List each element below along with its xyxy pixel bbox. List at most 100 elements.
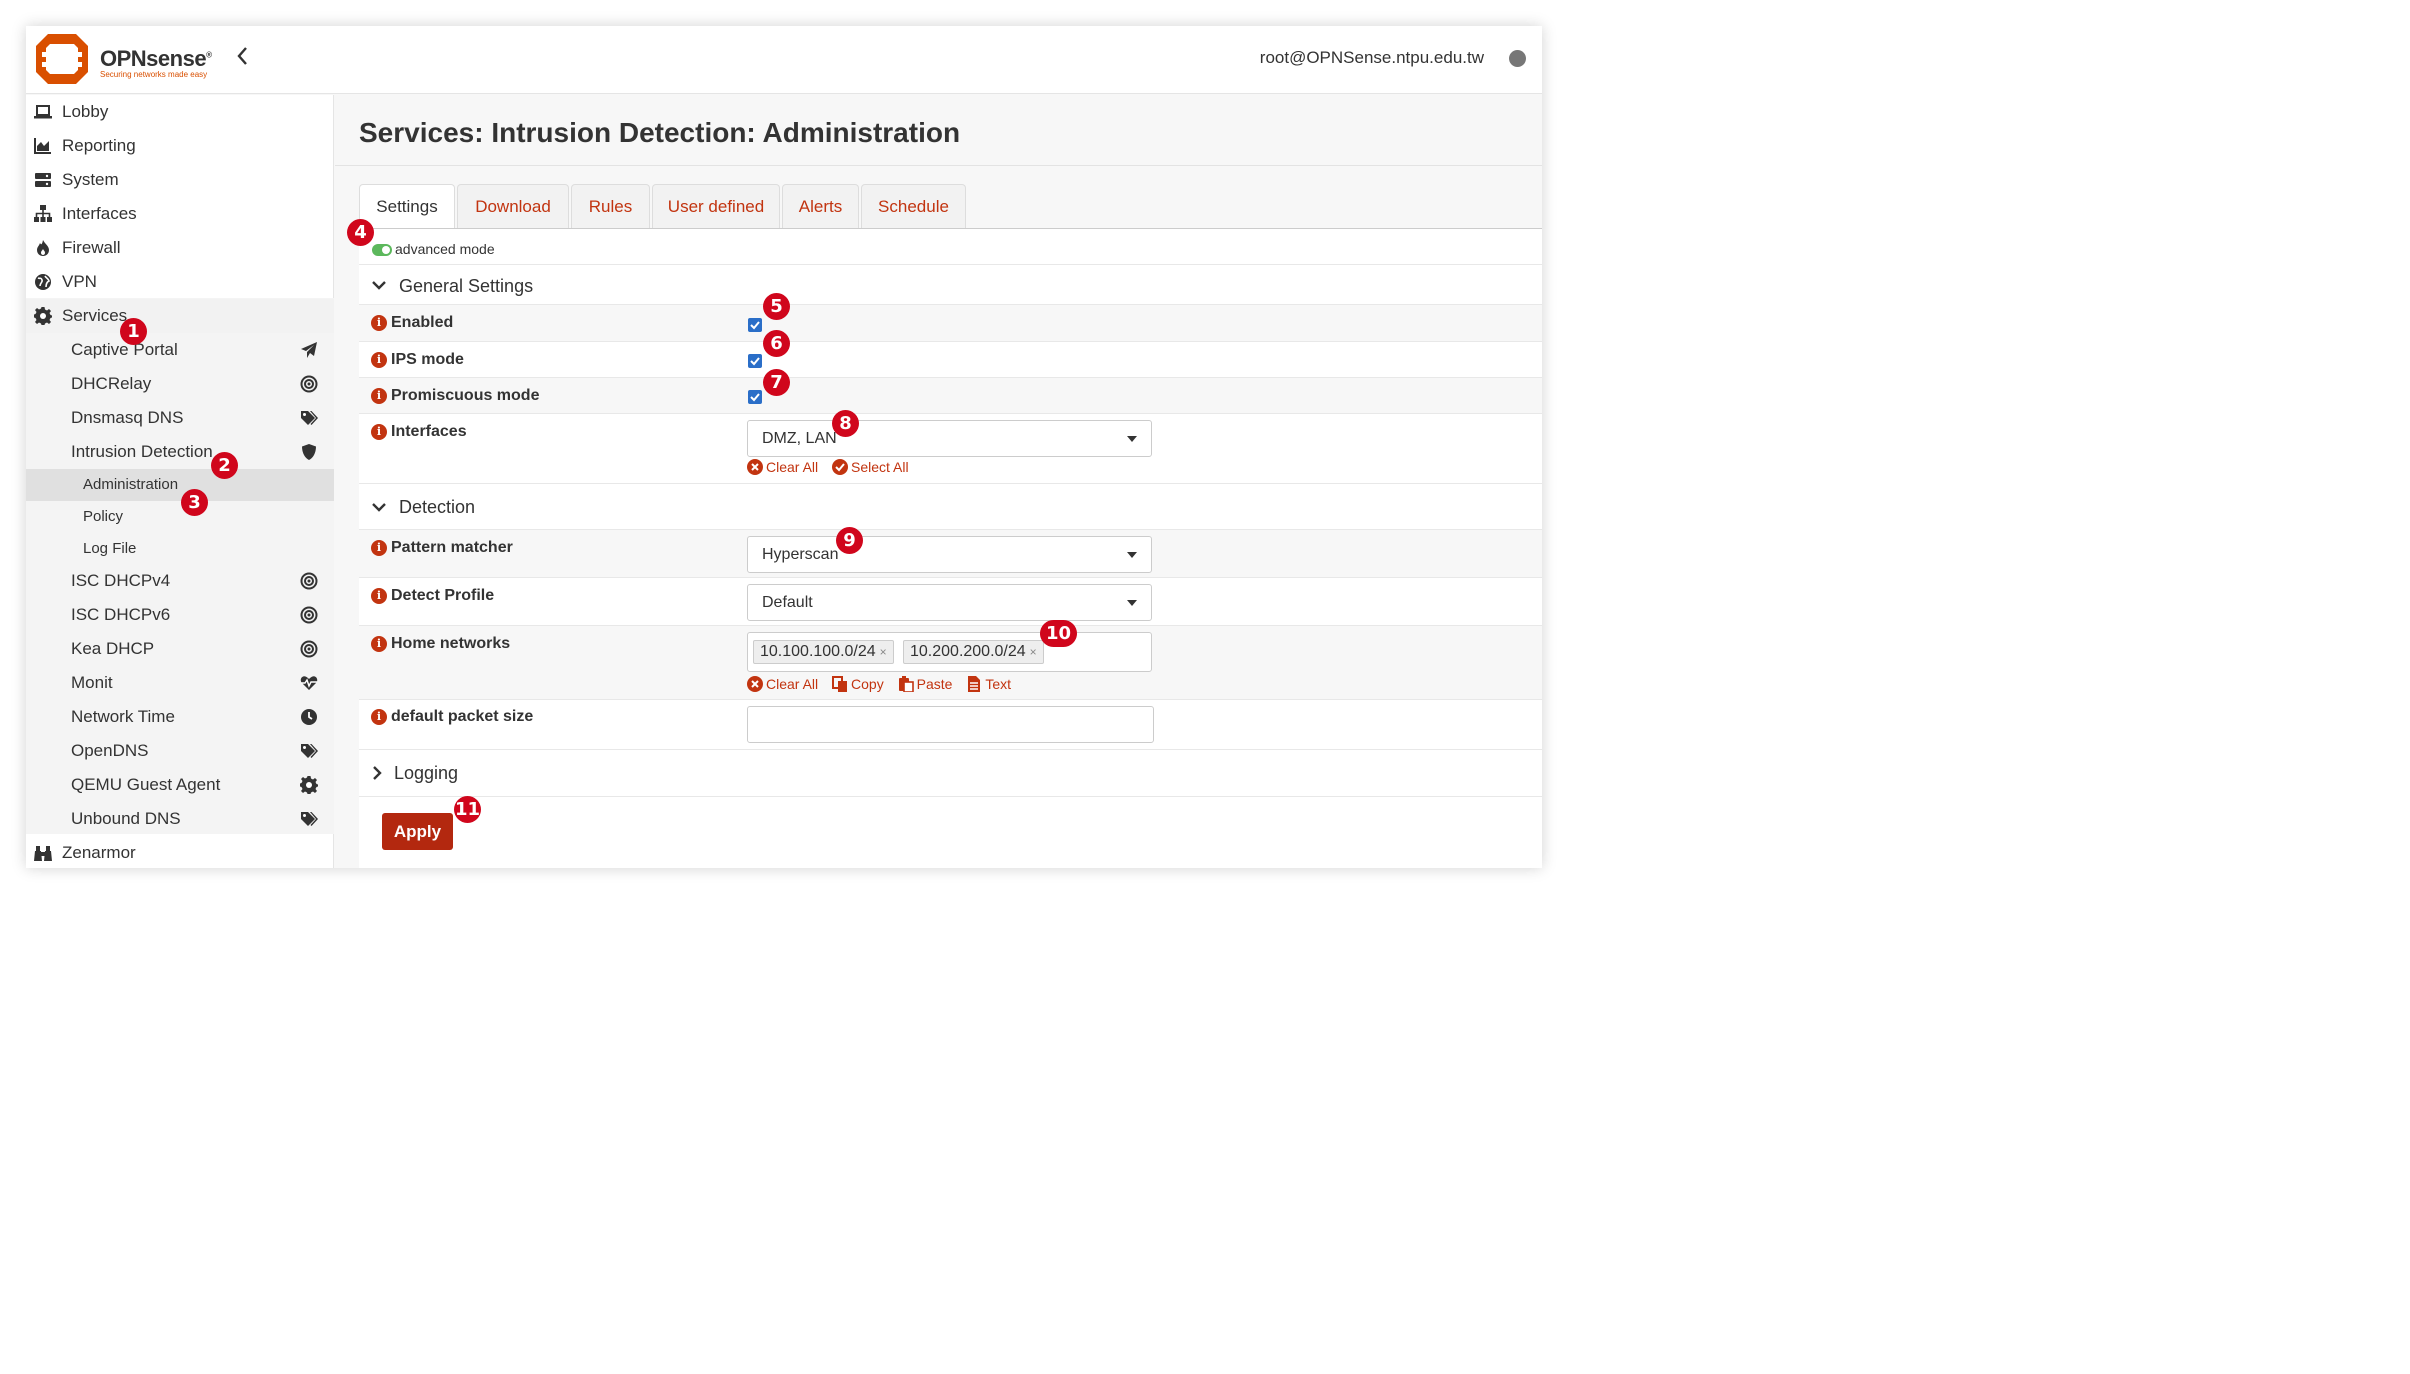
- home-networks-actions: Clear All Copy Paste Text: [747, 676, 1021, 692]
- field-label: i IPS mode: [371, 351, 464, 369]
- detect-profile-select[interactable]: Default: [747, 584, 1152, 621]
- annotation-badge: 7: [763, 369, 790, 396]
- sidebar-leaf-policy[interactable]: Policy: [26, 501, 334, 533]
- annotation-badge: 4: [347, 219, 374, 246]
- advanced-mode-toggle[interactable]: [372, 244, 392, 256]
- row-home-networks: i Home networks 10.100.100.0/24 × 10.200.2…: [359, 625, 1542, 699]
- info-icon[interactable]: i: [371, 636, 387, 652]
- sidebar-leaf-label: Log File: [83, 540, 137, 557]
- copy-icon: [832, 676, 848, 692]
- sidebar-item-unbound-dns[interactable]: Unbound DNS: [26, 802, 334, 836]
- sidebar-item-qemu-guest-agent[interactable]: QEMU Guest Agent: [26, 768, 334, 802]
- sidebar-item-label: OpenDNS: [71, 741, 149, 760]
- sidebar-item-label: Intrusion Detection: [71, 442, 213, 461]
- sidebar-item-network-time[interactable]: Network Time: [26, 700, 334, 734]
- tab-download[interactable]: Download: [457, 184, 569, 228]
- info-icon[interactable]: i: [371, 352, 387, 368]
- field-label: i Pattern matcher: [371, 539, 513, 557]
- clear-all-button[interactable]: Clear All: [747, 459, 818, 475]
- sidebar-item-label: QEMU Guest Agent: [71, 775, 221, 794]
- tab-settings[interactable]: Settings: [359, 184, 455, 230]
- clock-icon: [301, 709, 317, 725]
- apply-button[interactable]: Apply: [382, 813, 453, 850]
- sidebar-item-opendns[interactable]: OpenDNS: [26, 734, 334, 768]
- settings-panel: advanced mode General Settings i Enabled …: [347, 219, 1542, 868]
- info-icon[interactable]: i: [371, 540, 387, 556]
- chevron-down-icon[interactable]: [371, 277, 387, 293]
- sidebar-leaf-administration[interactable]: Administration: [26, 469, 334, 501]
- sidebar-item-dnsmasq-dns[interactable]: Dnsmasq DNS: [26, 401, 334, 435]
- sidebar-item-label: Zenarmor: [62, 843, 136, 862]
- default-packet-size-input[interactable]: [747, 706, 1154, 743]
- sidebar-item-firewall[interactable]: Firewall: [26, 231, 334, 265]
- section-general-settings[interactable]: General Settings: [359, 264, 1542, 304]
- chevron-down-icon[interactable]: [371, 499, 387, 515]
- copy-button[interactable]: Copy: [832, 676, 884, 692]
- select-all-button[interactable]: Select All: [832, 459, 909, 475]
- tab-user-defined[interactable]: User defined: [652, 184, 780, 228]
- paste-button[interactable]: Paste: [898, 676, 952, 692]
- sidebar-item-isc-dhcpv4[interactable]: ISC DHCPv4: [26, 564, 334, 598]
- promiscuous-mode-checkbox[interactable]: [748, 390, 762, 404]
- main-content: Services: Intrusion Detection: Administr…: [335, 95, 1542, 868]
- row-promiscuous-mode: i Promiscuous mode: [359, 377, 1542, 413]
- sidebar-leaf-log-file[interactable]: Log File: [26, 533, 334, 565]
- interfaces-actions: Clear All Select All: [747, 459, 919, 475]
- sidebar-item-captive-portal[interactable]: Captive Portal: [26, 333, 334, 367]
- row-pattern-matcher: i Pattern matcher Hyperscan: [359, 529, 1542, 577]
- opnsense-logo-icon[interactable]: [34, 32, 90, 86]
- status-dot-icon[interactable]: [1509, 50, 1526, 67]
- info-icon[interactable]: i: [371, 388, 387, 404]
- field-label: i Enabled: [371, 314, 453, 332]
- section-logging[interactable]: Logging: [359, 749, 1542, 797]
- section-title: Detection: [399, 497, 476, 517]
- brand-name: OPNsense®: [100, 46, 212, 71]
- tab-alerts[interactable]: Alerts: [782, 184, 859, 228]
- sidebar-item-monit[interactable]: Monit: [26, 666, 334, 700]
- sidebar-item-label: Monit: [71, 673, 113, 692]
- chevron-right-icon[interactable]: [369, 765, 385, 781]
- info-icon[interactable]: i: [371, 588, 387, 604]
- bullseye-icon: [300, 572, 318, 590]
- sidebar-item-label: DHCRelay: [71, 374, 152, 393]
- ips-mode-checkbox[interactable]: [748, 354, 762, 368]
- home-networks-input[interactable]: 10.100.100.0/24 × 10.200.200.0/24 ×: [747, 632, 1152, 672]
- interfaces-select[interactable]: DMZ, LAN: [747, 420, 1152, 457]
- page-title: Services: Intrusion Detection: Administr…: [359, 117, 961, 148]
- info-icon[interactable]: i: [371, 424, 387, 440]
- chevron-left-icon[interactable]: [236, 46, 248, 72]
- brand-tagline: Securing networks made easy: [100, 70, 208, 79]
- remove-token-icon[interactable]: ×: [880, 645, 887, 659]
- sidebar-item-system[interactable]: System: [26, 163, 334, 197]
- section-detection[interactable]: Detection: [359, 483, 1542, 529]
- annotation-badge: 9: [836, 527, 863, 554]
- times-circle-icon: [747, 459, 763, 475]
- sidebar-item-dhcrelay[interactable]: DHCRelay: [26, 367, 334, 401]
- advanced-mode-label: advanced mode: [395, 241, 495, 257]
- pattern-matcher-select[interactable]: Hyperscan: [747, 536, 1152, 573]
- tab-schedule[interactable]: Schedule: [861, 184, 966, 228]
- text-button[interactable]: Text: [966, 676, 1011, 692]
- info-icon[interactable]: i: [371, 315, 387, 331]
- enabled-checkbox[interactable]: [748, 318, 762, 332]
- sidebar-item-intrusion-detection[interactable]: Intrusion Detection: [26, 435, 334, 469]
- sidebar-item-reporting[interactable]: Reporting: [26, 129, 334, 163]
- annotation-badge: 5: [763, 293, 790, 320]
- sidebar-item-isc-dhcpv6[interactable]: ISC DHCPv6: [26, 598, 334, 632]
- check-circle-icon: [832, 459, 849, 475]
- area-chart-icon: [34, 138, 51, 154]
- user-account[interactable]: root@OPNSense.ntpu.edu.tw: [1260, 48, 1484, 68]
- sidebar-item-interfaces[interactable]: Interfaces: [26, 197, 334, 231]
- tab-rules[interactable]: Rules: [571, 184, 650, 228]
- sidebar-item-services[interactable]: Services: [26, 299, 334, 333]
- info-icon[interactable]: i: [371, 709, 387, 725]
- select-value: Default: [762, 594, 813, 611]
- sidebar-item-lobby[interactable]: Lobby: [26, 95, 334, 129]
- sidebar-item-label: Network Time: [71, 707, 175, 726]
- remove-token-icon[interactable]: ×: [1030, 645, 1037, 659]
- sidebar-item-vpn[interactable]: VPN: [26, 265, 334, 299]
- clear-all-button[interactable]: Clear All: [747, 676, 818, 692]
- sidebar-item-zenarmor[interactable]: Zenarmor: [26, 836, 334, 868]
- select-value: DMZ, LAN: [762, 430, 837, 447]
- sidebar-item-kea-dhcp[interactable]: Kea DHCP: [26, 632, 334, 666]
